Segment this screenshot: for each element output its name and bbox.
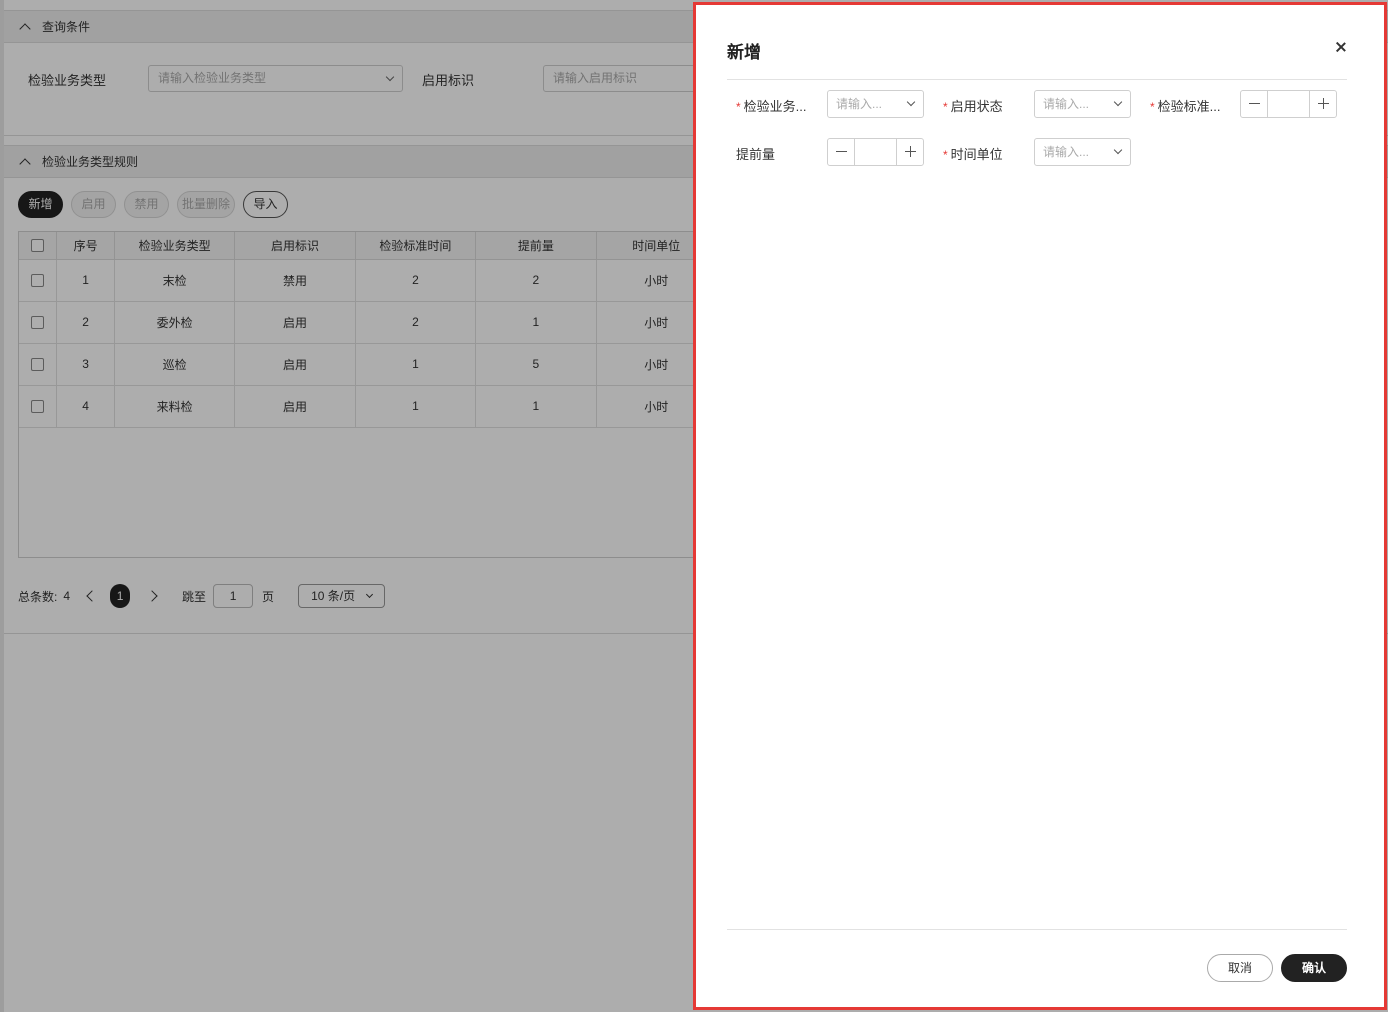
increment-button[interactable] xyxy=(1309,91,1336,117)
std-time-stepper[interactable] xyxy=(1240,90,1337,118)
chevron-down-icon xyxy=(1113,145,1123,155)
minus-icon xyxy=(836,151,847,153)
business-type-select[interactable]: 请输入... xyxy=(827,90,924,118)
minus-icon xyxy=(1249,103,1260,105)
lead-input[interactable] xyxy=(855,139,896,165)
decrement-button[interactable] xyxy=(1241,91,1268,117)
decrement-button[interactable] xyxy=(828,139,855,165)
lead-stepper[interactable] xyxy=(827,138,924,166)
enable-status-label: * 启用状态 xyxy=(943,99,1003,114)
time-unit-select[interactable]: 请输入... xyxy=(1034,138,1131,166)
cancel-button[interactable]: 取消 xyxy=(1207,954,1273,982)
footer-divider xyxy=(727,929,1347,930)
enable-status-select[interactable]: 请输入... xyxy=(1034,90,1131,118)
time-unit-label: * 时间单位 xyxy=(943,147,1003,162)
header-divider xyxy=(727,79,1347,80)
close-icon[interactable] xyxy=(1334,41,1348,55)
chevron-down-icon xyxy=(906,97,916,107)
confirm-button[interactable]: 确认 xyxy=(1281,954,1347,982)
std-time-input[interactable] xyxy=(1268,91,1309,117)
std-time-label: * 检验标准... xyxy=(1150,99,1221,114)
add-drawer: 新增 * 检验业务... 请输入... * 启用状态 请输入... * 检验标准...… xyxy=(693,2,1387,1010)
lead-label: 提前量 xyxy=(736,147,776,162)
chevron-down-icon xyxy=(1113,97,1123,107)
increment-button[interactable] xyxy=(896,139,923,165)
drawer-title: 新增 xyxy=(727,43,761,62)
business-type-label: * 检验业务... xyxy=(736,99,807,114)
